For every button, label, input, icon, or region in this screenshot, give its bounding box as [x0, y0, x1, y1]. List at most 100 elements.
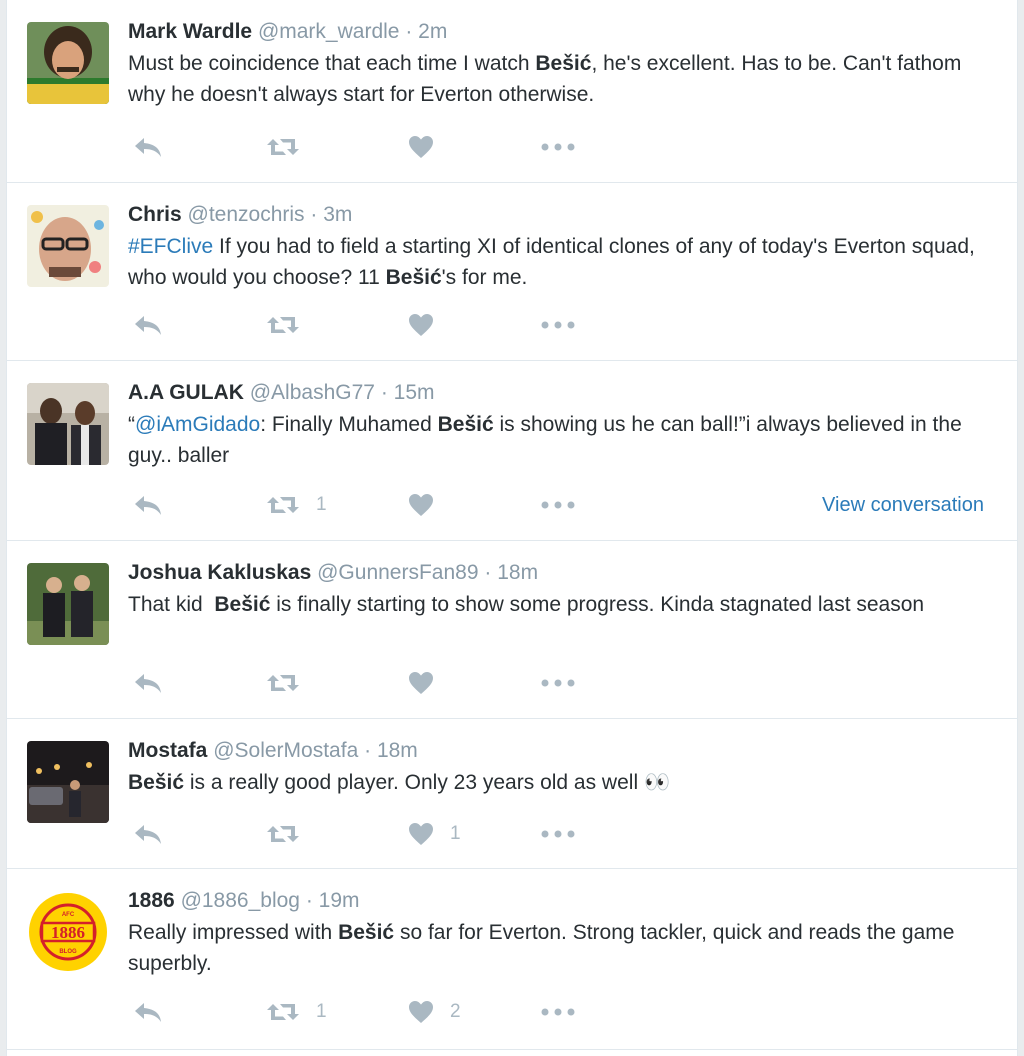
more-icon [541, 1008, 575, 1016]
retweet-icon [267, 826, 299, 842]
retweet-button[interactable] [266, 310, 316, 340]
tweet-text: Bešić is a really good player. Only 23 y… [128, 771, 671, 794]
heart-icon [409, 1001, 433, 1023]
tweet[interactable]: Chris @tenzochris · 3m #EFClive If you h… [7, 183, 1017, 361]
fullname[interactable]: A.A GULAK [128, 381, 244, 404]
more-icon [541, 501, 575, 509]
tweet-actions [128, 132, 998, 162]
retweet-icon [267, 139, 299, 155]
tweet-text: #EFClive If you had to field a starting … [128, 235, 975, 289]
tweet-text: Must be coincidence that each time I wat… [128, 52, 962, 106]
fullname[interactable]: Chris [128, 203, 182, 226]
tweet-actions [128, 668, 998, 698]
avatar[interactable] [27, 22, 109, 104]
timestamp[interactable]: 19m [319, 889, 360, 912]
like-count: 2 [450, 1001, 461, 1022]
more-button[interactable] [541, 668, 575, 698]
hashtag-link[interactable]: #EFClive [128, 235, 213, 258]
highlight: Bešić [437, 413, 494, 436]
username[interactable]: @AlbashG77 [250, 381, 375, 404]
reply-button[interactable] [133, 490, 163, 520]
reply-button[interactable] [133, 310, 163, 340]
more-button[interactable] [541, 310, 575, 340]
like-button[interactable] [408, 490, 450, 520]
reply-icon [135, 674, 161, 693]
highlight: Bešić [535, 52, 592, 75]
more-button[interactable] [541, 997, 575, 1027]
highlight: Bešić [128, 771, 185, 794]
heart-icon [409, 823, 433, 845]
tweet[interactable]: Joshua Kakluskas @GunnersFan89 · 18m Tha… [7, 541, 1017, 719]
username[interactable]: @SolerMostafa [213, 739, 358, 762]
like-button[interactable]: 1 [408, 819, 461, 849]
fullname[interactable]: Joshua Kakluskas [128, 561, 311, 584]
view-conversation-link[interactable]: View conversation [822, 490, 984, 520]
reply-button[interactable] [133, 997, 163, 1027]
timestamp[interactable]: 3m [323, 203, 352, 226]
reply-icon [135, 825, 161, 844]
username[interactable]: @1886_blog [181, 889, 300, 912]
like-button[interactable]: 2 [408, 997, 461, 1027]
avatar[interactable] [27, 205, 109, 287]
retweet-count: 1 [316, 494, 327, 515]
fullname[interactable]: Mark Wardle [128, 20, 252, 43]
tweet-text: Really impressed with Bešić so far for E… [128, 921, 955, 975]
more-button[interactable] [541, 819, 575, 849]
fullname[interactable]: 1886 [128, 889, 175, 912]
like-button[interactable] [408, 132, 450, 162]
reply-icon [135, 1003, 161, 1022]
reply-icon [135, 316, 161, 335]
retweet-button[interactable]: 1 [266, 490, 327, 520]
like-count: 1 [450, 823, 461, 844]
retweet-button[interactable] [266, 819, 316, 849]
highlight: Bešić [338, 921, 395, 944]
logo-bottom-text: BLOG [59, 949, 77, 955]
tweet[interactable]: Mostafa @SolerMostafa · 18m Bešić is a r… [7, 719, 1017, 869]
avatar[interactable]: AFC 1886 BLOG [27, 891, 109, 973]
username[interactable]: @GunnersFan89 [317, 561, 478, 584]
retweet-button[interactable] [266, 132, 316, 162]
tweet-actions: 1 2 [128, 997, 998, 1027]
username[interactable]: @mark_wardle [258, 20, 400, 43]
avatar[interactable] [27, 563, 109, 645]
more-icon [541, 830, 575, 838]
heart-icon [409, 314, 433, 336]
retweet-button[interactable]: 1 [266, 997, 327, 1027]
retweet-icon [267, 317, 299, 333]
tweet-header: Joshua Kakluskas @GunnersFan89 · 18m [128, 561, 539, 584]
reply-button[interactable] [133, 132, 163, 162]
tweet-header: Mostafa @SolerMostafa · 18m [128, 739, 418, 762]
next-tweet-edge [7, 1050, 1017, 1056]
reply-icon [135, 138, 161, 157]
more-button[interactable] [541, 132, 575, 162]
more-button[interactable] [541, 490, 575, 520]
tweet-text: “@iAmGidado: Finally Muhamed Bešić is sh… [128, 413, 962, 467]
tweet[interactable]: AFC 1886 BLOG 1886 @1886_blog · 19m Real… [7, 869, 1017, 1050]
like-button[interactable] [408, 310, 450, 340]
retweet-icon [267, 1004, 299, 1020]
mention-link[interactable]: @iAmGidado [135, 413, 260, 436]
logo-year-text: 1886 [51, 923, 85, 942]
tweet-header: Chris @tenzochris · 3m [128, 203, 353, 226]
tweet[interactable]: Mark Wardle @mark_wardle · 2m Must be co… [7, 0, 1017, 183]
tweet-actions: 1 [128, 819, 998, 849]
tweet-header: 1886 @1886_blog · 19m [128, 889, 360, 912]
timestamp[interactable]: 18m [377, 739, 418, 762]
tweet[interactable]: A.A GULAK @AlbashG77 · 15m “@iAmGidado: … [7, 361, 1017, 541]
tweet-header: Mark Wardle @mark_wardle · 2m [128, 20, 448, 43]
reply-button[interactable] [133, 668, 163, 698]
heart-icon [409, 672, 433, 694]
retweet-button[interactable] [266, 668, 316, 698]
more-icon [541, 321, 575, 329]
timestamp[interactable]: 15m [394, 381, 435, 404]
reply-button[interactable] [133, 819, 163, 849]
avatar[interactable] [27, 741, 109, 823]
tweet-header: A.A GULAK @AlbashG77 · 15m [128, 381, 435, 404]
username[interactable]: @tenzochris [188, 203, 305, 226]
avatar[interactable] [27, 383, 109, 465]
like-button[interactable] [408, 668, 450, 698]
timestamp[interactable]: 18m [497, 561, 538, 584]
reply-icon [135, 496, 161, 515]
fullname[interactable]: Mostafa [128, 739, 207, 762]
timestamp[interactable]: 2m [418, 20, 447, 43]
